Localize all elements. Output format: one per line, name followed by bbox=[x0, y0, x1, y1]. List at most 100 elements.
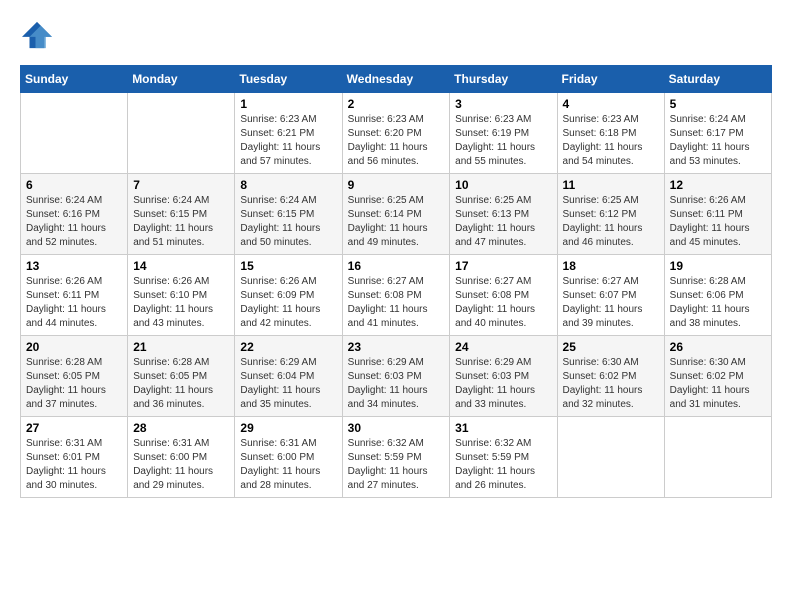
day-info: Sunrise: 6:23 AM Sunset: 6:18 PM Dayligh… bbox=[563, 113, 659, 169]
day-of-week-header: Tuesday bbox=[235, 66, 342, 93]
day-number: 30 bbox=[348, 421, 445, 435]
day-number: 31 bbox=[455, 421, 551, 435]
day-number: 21 bbox=[133, 340, 229, 354]
calendar-cell: 2 Sunrise: 6:23 AM Sunset: 6:20 PM Daylig… bbox=[342, 93, 450, 174]
calendar-cell: 9Sunrise: 6:25 AM Sunset: 6:14 PM Daylig… bbox=[342, 174, 450, 255]
day-info: Sunrise: 6:30 AM Sunset: 6:02 PM Dayligh… bbox=[670, 356, 766, 412]
calendar-cell: 7 Sunrise: 6:24 AM Sunset: 6:15 PM Daylig… bbox=[128, 174, 235, 255]
calendar-week-row: 27 Sunrise: 6:31 AM Sunset: 6:01 PM Dayli… bbox=[21, 417, 772, 498]
day-number: 22 bbox=[240, 340, 336, 354]
day-info: Sunrise: 6:32 AM Sunset: 5:59 PM Dayligh… bbox=[455, 437, 551, 493]
day-of-week-header: Wednesday bbox=[342, 66, 450, 93]
day-number: 25 bbox=[563, 340, 659, 354]
calendar-cell: 21 Sunrise: 6:28 AM Sunset: 6:05 PM Dayli… bbox=[128, 336, 235, 417]
calendar-cell: 1 Sunrise: 6:23 AM Sunset: 6:21 PM Daylig… bbox=[235, 93, 342, 174]
page-header bbox=[20, 20, 772, 55]
calendar-cell: 5Sunrise: 6:24 AM Sunset: 6:17 PM Daylig… bbox=[664, 93, 771, 174]
day-info: Sunrise: 6:30 AM Sunset: 6:02 PM Dayligh… bbox=[563, 356, 659, 412]
day-info: Sunrise: 6:29 AM Sunset: 6:03 PM Dayligh… bbox=[455, 356, 551, 412]
day-number: 18 bbox=[563, 259, 659, 273]
day-info: Sunrise: 6:24 AM Sunset: 6:15 PM Dayligh… bbox=[240, 194, 336, 250]
calendar-cell: 24 Sunrise: 6:29 AM Sunset: 6:03 PM Dayli… bbox=[450, 336, 557, 417]
day-info: Sunrise: 6:29 AM Sunset: 6:03 PM Dayligh… bbox=[348, 356, 445, 412]
day-number: 20 bbox=[26, 340, 122, 354]
day-info: Sunrise: 6:27 AM Sunset: 6:08 PM Dayligh… bbox=[348, 275, 445, 331]
day-number: 17 bbox=[455, 259, 551, 273]
day-number: 16 bbox=[348, 259, 445, 273]
day-info: Sunrise: 6:25 AM Sunset: 6:12 PM Dayligh… bbox=[563, 194, 659, 250]
day-info: Sunrise: 6:26 AM Sunset: 6:11 PM Dayligh… bbox=[670, 194, 766, 250]
calendar-cell: 12 Sunrise: 6:26 AM Sunset: 6:11 PM Dayli… bbox=[664, 174, 771, 255]
day-number: 9 bbox=[348, 178, 445, 192]
day-number: 7 bbox=[133, 178, 229, 192]
day-info: Sunrise: 6:27 AM Sunset: 6:08 PM Dayligh… bbox=[455, 275, 551, 331]
day-info: Sunrise: 6:25 AM Sunset: 6:13 PM Dayligh… bbox=[455, 194, 551, 250]
day-info: Sunrise: 6:31 AM Sunset: 6:01 PM Dayligh… bbox=[26, 437, 122, 493]
day-number: 27 bbox=[26, 421, 122, 435]
day-info: Sunrise: 6:23 AM Sunset: 6:21 PM Dayligh… bbox=[240, 113, 336, 169]
calendar-cell: 3 Sunrise: 6:23 AM Sunset: 6:19 PM Daylig… bbox=[450, 93, 557, 174]
day-number: 26 bbox=[670, 340, 766, 354]
calendar-cell: 25 Sunrise: 6:30 AM Sunset: 6:02 PM Dayli… bbox=[557, 336, 664, 417]
day-info: Sunrise: 6:24 AM Sunset: 6:16 PM Dayligh… bbox=[26, 194, 122, 250]
day-of-week-header: Sunday bbox=[21, 66, 128, 93]
day-of-week-header: Monday bbox=[128, 66, 235, 93]
day-of-week-header: Thursday bbox=[450, 66, 557, 93]
day-number: 28 bbox=[133, 421, 229, 435]
day-info: Sunrise: 6:28 AM Sunset: 6:05 PM Dayligh… bbox=[26, 356, 122, 412]
day-number: 14 bbox=[133, 259, 229, 273]
day-number: 2 bbox=[348, 97, 445, 111]
calendar-cell bbox=[21, 93, 128, 174]
calendar-cell: 4 Sunrise: 6:23 AM Sunset: 6:18 PM Daylig… bbox=[557, 93, 664, 174]
day-number: 24 bbox=[455, 340, 551, 354]
day-info: Sunrise: 6:28 AM Sunset: 6:05 PM Dayligh… bbox=[133, 356, 229, 412]
day-number: 10 bbox=[455, 178, 551, 192]
calendar-cell: 14 Sunrise: 6:26 AM Sunset: 6:10 PM Dayli… bbox=[128, 255, 235, 336]
day-info: Sunrise: 6:26 AM Sunset: 6:10 PM Dayligh… bbox=[133, 275, 229, 331]
calendar-cell bbox=[664, 417, 771, 498]
calendar-cell: 17 Sunrise: 6:27 AM Sunset: 6:08 PM Dayli… bbox=[450, 255, 557, 336]
day-info: Sunrise: 6:26 AM Sunset: 6:11 PM Dayligh… bbox=[26, 275, 122, 331]
day-info: Sunrise: 6:31 AM Sunset: 6:00 PM Dayligh… bbox=[240, 437, 336, 493]
calendar-cell bbox=[128, 93, 235, 174]
calendar-cell: 23Sunrise: 6:29 AM Sunset: 6:03 PM Dayli… bbox=[342, 336, 450, 417]
day-info: Sunrise: 6:24 AM Sunset: 6:17 PM Dayligh… bbox=[670, 113, 766, 169]
day-info: Sunrise: 6:26 AM Sunset: 6:09 PM Dayligh… bbox=[240, 275, 336, 331]
calendar-cell: 6 Sunrise: 6:24 AM Sunset: 6:16 PM Daylig… bbox=[21, 174, 128, 255]
calendar-cell: 11Sunrise: 6:25 AM Sunset: 6:12 PM Dayli… bbox=[557, 174, 664, 255]
calendar-cell: 22 Sunrise: 6:29 AM Sunset: 6:04 PM Dayli… bbox=[235, 336, 342, 417]
logo bbox=[20, 20, 52, 55]
day-of-week-header: Friday bbox=[557, 66, 664, 93]
calendar-week-row: 13 Sunrise: 6:26 AM Sunset: 6:11 PM Dayli… bbox=[21, 255, 772, 336]
day-info: Sunrise: 6:29 AM Sunset: 6:04 PM Dayligh… bbox=[240, 356, 336, 412]
calendar-cell: 15 Sunrise: 6:26 AM Sunset: 6:09 PM Dayli… bbox=[235, 255, 342, 336]
calendar-cell: 19Sunrise: 6:28 AM Sunset: 6:06 PM Dayli… bbox=[664, 255, 771, 336]
day-info: Sunrise: 6:23 AM Sunset: 6:19 PM Dayligh… bbox=[455, 113, 551, 169]
calendar-week-row: 1 Sunrise: 6:23 AM Sunset: 6:21 PM Daylig… bbox=[21, 93, 772, 174]
calendar-cell: 29 Sunrise: 6:31 AM Sunset: 6:00 PM Dayli… bbox=[235, 417, 342, 498]
calendar-cell: 27 Sunrise: 6:31 AM Sunset: 6:01 PM Dayli… bbox=[21, 417, 128, 498]
calendar-cell bbox=[557, 417, 664, 498]
day-number: 19 bbox=[670, 259, 766, 273]
calendar-table: SundayMondayTuesdayWednesdayThursdayFrid… bbox=[20, 65, 772, 498]
calendar-cell: 20 Sunrise: 6:28 AM Sunset: 6:05 PM Dayli… bbox=[21, 336, 128, 417]
day-number: 8 bbox=[240, 178, 336, 192]
calendar-cell: 31 Sunrise: 6:32 AM Sunset: 5:59 PM Dayli… bbox=[450, 417, 557, 498]
day-number: 1 bbox=[240, 97, 336, 111]
day-info: Sunrise: 6:23 AM Sunset: 6:20 PM Dayligh… bbox=[348, 113, 445, 169]
day-number: 13 bbox=[26, 259, 122, 273]
day-number: 3 bbox=[455, 97, 551, 111]
day-number: 15 bbox=[240, 259, 336, 273]
day-of-week-header: Saturday bbox=[664, 66, 771, 93]
day-number: 29 bbox=[240, 421, 336, 435]
day-number: 4 bbox=[563, 97, 659, 111]
day-info: Sunrise: 6:24 AM Sunset: 6:15 PM Dayligh… bbox=[133, 194, 229, 250]
calendar-cell: 18 Sunrise: 6:27 AM Sunset: 6:07 PM Dayli… bbox=[557, 255, 664, 336]
calendar-cell: 13 Sunrise: 6:26 AM Sunset: 6:11 PM Dayli… bbox=[21, 255, 128, 336]
day-number: 12 bbox=[670, 178, 766, 192]
day-number: 6 bbox=[26, 178, 122, 192]
calendar-cell: 16 Sunrise: 6:27 AM Sunset: 6:08 PM Dayli… bbox=[342, 255, 450, 336]
day-info: Sunrise: 6:27 AM Sunset: 6:07 PM Dayligh… bbox=[563, 275, 659, 331]
calendar-cell: 28Sunrise: 6:31 AM Sunset: 6:00 PM Dayli… bbox=[128, 417, 235, 498]
calendar-cell: 26 Sunrise: 6:30 AM Sunset: 6:02 PM Dayli… bbox=[664, 336, 771, 417]
